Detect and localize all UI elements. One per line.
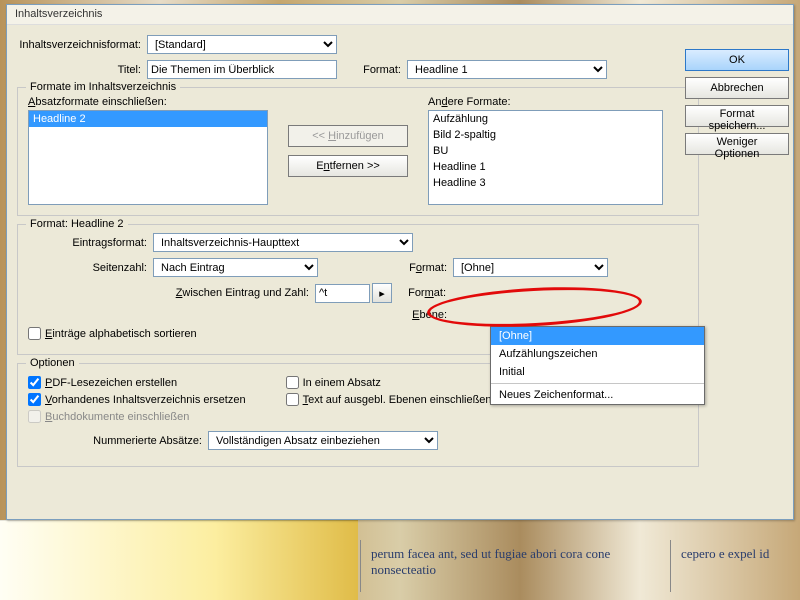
charfmt-label: Format: [318, 262, 453, 274]
charfmt2-label: Format: [392, 287, 452, 299]
hidden-layers-label: Text auf ausgebl. Ebenen einschließen [303, 394, 492, 406]
between-input[interactable] [315, 284, 370, 303]
one-paragraph-checkbox[interactable] [286, 376, 299, 389]
title-input[interactable] [147, 60, 337, 79]
numbered-paras-select[interactable]: Vollständigen Absatz einbeziehen [208, 431, 438, 450]
other-formats-section: Andere Formate: Aufzählung Bild 2-spalti… [428, 96, 663, 205]
ok-button[interactable]: OK [685, 49, 789, 71]
format-headline2-legend: Format: Headline 2 [26, 218, 128, 230]
include-formats-listbox[interactable]: Headline 2 [28, 110, 268, 205]
list-item[interactable]: Headline 2 [29, 111, 267, 127]
between-flyout-button[interactable]: ▸ [372, 283, 392, 303]
replace-toc-checkbox[interactable] [28, 393, 41, 406]
list-item[interactable]: Headline 1 [429, 159, 662, 175]
background-text: perum facea ant, sed ut fugiae abori cor… [360, 540, 800, 592]
entry-format-select[interactable]: Inhaltsverzeichnis-Haupttext [153, 233, 413, 252]
formats-legend: Formate im Inhaltsverzeichnis [26, 81, 180, 93]
between-label: Zwischen Eintrag und Zahl: [28, 287, 315, 299]
title-label: Titel: [17, 64, 147, 76]
dropdown-option-new[interactable]: Neues Zeichenformat... [491, 386, 704, 404]
pagenum-label: Seitenzahl: [28, 262, 153, 274]
fewer-options-button[interactable]: Weniger Optionen [685, 133, 789, 155]
include-formats-section: Absatzformate einschließen: Headline 2 [28, 96, 268, 205]
formats-fieldset: Formate im Inhaltsverzeichnis Absatzform… [17, 87, 699, 216]
bookdocs-checkbox [28, 410, 41, 423]
format-label: Format: [337, 64, 407, 76]
options-legend: Optionen [26, 357, 79, 369]
dropdown-option[interactable]: Aufzählungszeichen [491, 345, 704, 363]
level-label: Ebene: [28, 309, 453, 321]
pdf-bookmarks-label: PDF-Lesezeichen erstellen [45, 377, 177, 389]
numbered-paras-label: Nummerierte Absätze: [28, 435, 208, 447]
one-paragraph-label: In einem Absatz [303, 377, 381, 389]
replace-toc-label: Vorhandenes Inhaltsverzeichnis ersetzen [45, 394, 246, 406]
dropdown-option[interactable]: [Ohne] [491, 327, 704, 345]
dropdown-separator [491, 383, 704, 384]
save-format-button[interactable]: Format speichern... [685, 105, 789, 127]
format-select[interactable]: Headline 1 [407, 60, 607, 79]
entry-format-label: Eintragsformat: [28, 237, 153, 249]
charfmt-select[interactable]: [Ohne] [453, 258, 608, 277]
background-card [0, 520, 358, 600]
hidden-layers-checkbox[interactable] [286, 393, 299, 406]
cancel-button[interactable]: Abbrechen [685, 77, 789, 99]
list-item[interactable]: BU [429, 143, 662, 159]
char-format-dropdown[interactable]: [Ohne] Aufzählungszeichen Initial Neues … [490, 326, 705, 405]
pagenum-select[interactable]: Nach Eintrag [153, 258, 318, 277]
dropdown-option[interactable]: Initial [491, 363, 704, 381]
toc-format-label: Inhaltsverzeichnisformat: [17, 39, 147, 51]
toc-dialog: Inhaltsverzeichnis Inhaltsverzeichnisfor… [6, 4, 794, 520]
add-button: << Hinzufügen [288, 125, 408, 147]
bg-col-b: cepero e expel id [670, 540, 790, 592]
sort-alpha-label: Einträge alphabetisch sortieren [45, 328, 197, 340]
other-formats-label: Andere Formate: [428, 96, 663, 108]
list-item[interactable]: Headline 3 [429, 175, 662, 191]
bookdocs-label: Buchdokumente einschließen [45, 411, 189, 423]
sort-alpha-checkbox[interactable] [28, 327, 41, 340]
other-formats-listbox[interactable]: Aufzählung Bild 2-spaltig BU Headline 1 … [428, 110, 663, 205]
dialog-title: Inhaltsverzeichnis [7, 5, 793, 25]
pdf-bookmarks-checkbox[interactable] [28, 376, 41, 389]
include-formats-label: Absatzformate einschließen: [28, 96, 268, 108]
remove-button[interactable]: Entfernen >> [288, 155, 408, 177]
list-item[interactable]: Aufzählung [429, 111, 662, 127]
bg-col-a: perum facea ant, sed ut fugiae abori cor… [360, 540, 670, 592]
list-item[interactable]: Bild 2-spaltig [429, 127, 662, 143]
toc-format-select[interactable]: [Standard] [147, 35, 337, 54]
